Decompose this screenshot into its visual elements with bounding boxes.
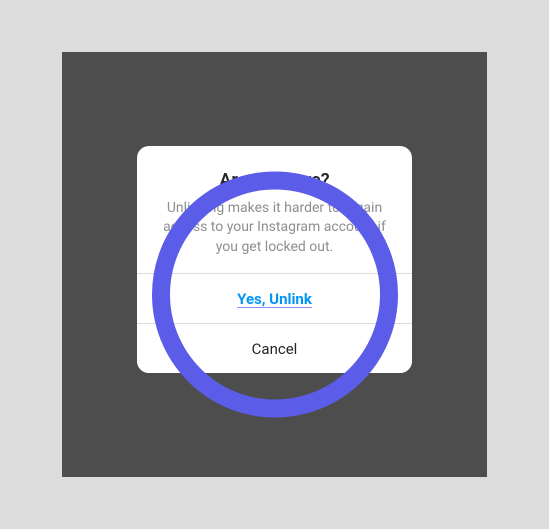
modal-backdrop: Are you sure? Unlinking makes it harder … [62,52,487,477]
confirm-unlink-button[interactable]: Yes, Unlink [137,273,412,323]
dialog-header: Are you sure? Unlinking makes it harder … [137,146,412,274]
dialog-message: Unlinking makes it harder to regain acce… [157,199,392,258]
cancel-button[interactable]: Cancel [137,323,412,373]
confirmation-dialog: Are you sure? Unlinking makes it harder … [137,146,412,374]
dialog-title: Are you sure? [157,170,392,191]
